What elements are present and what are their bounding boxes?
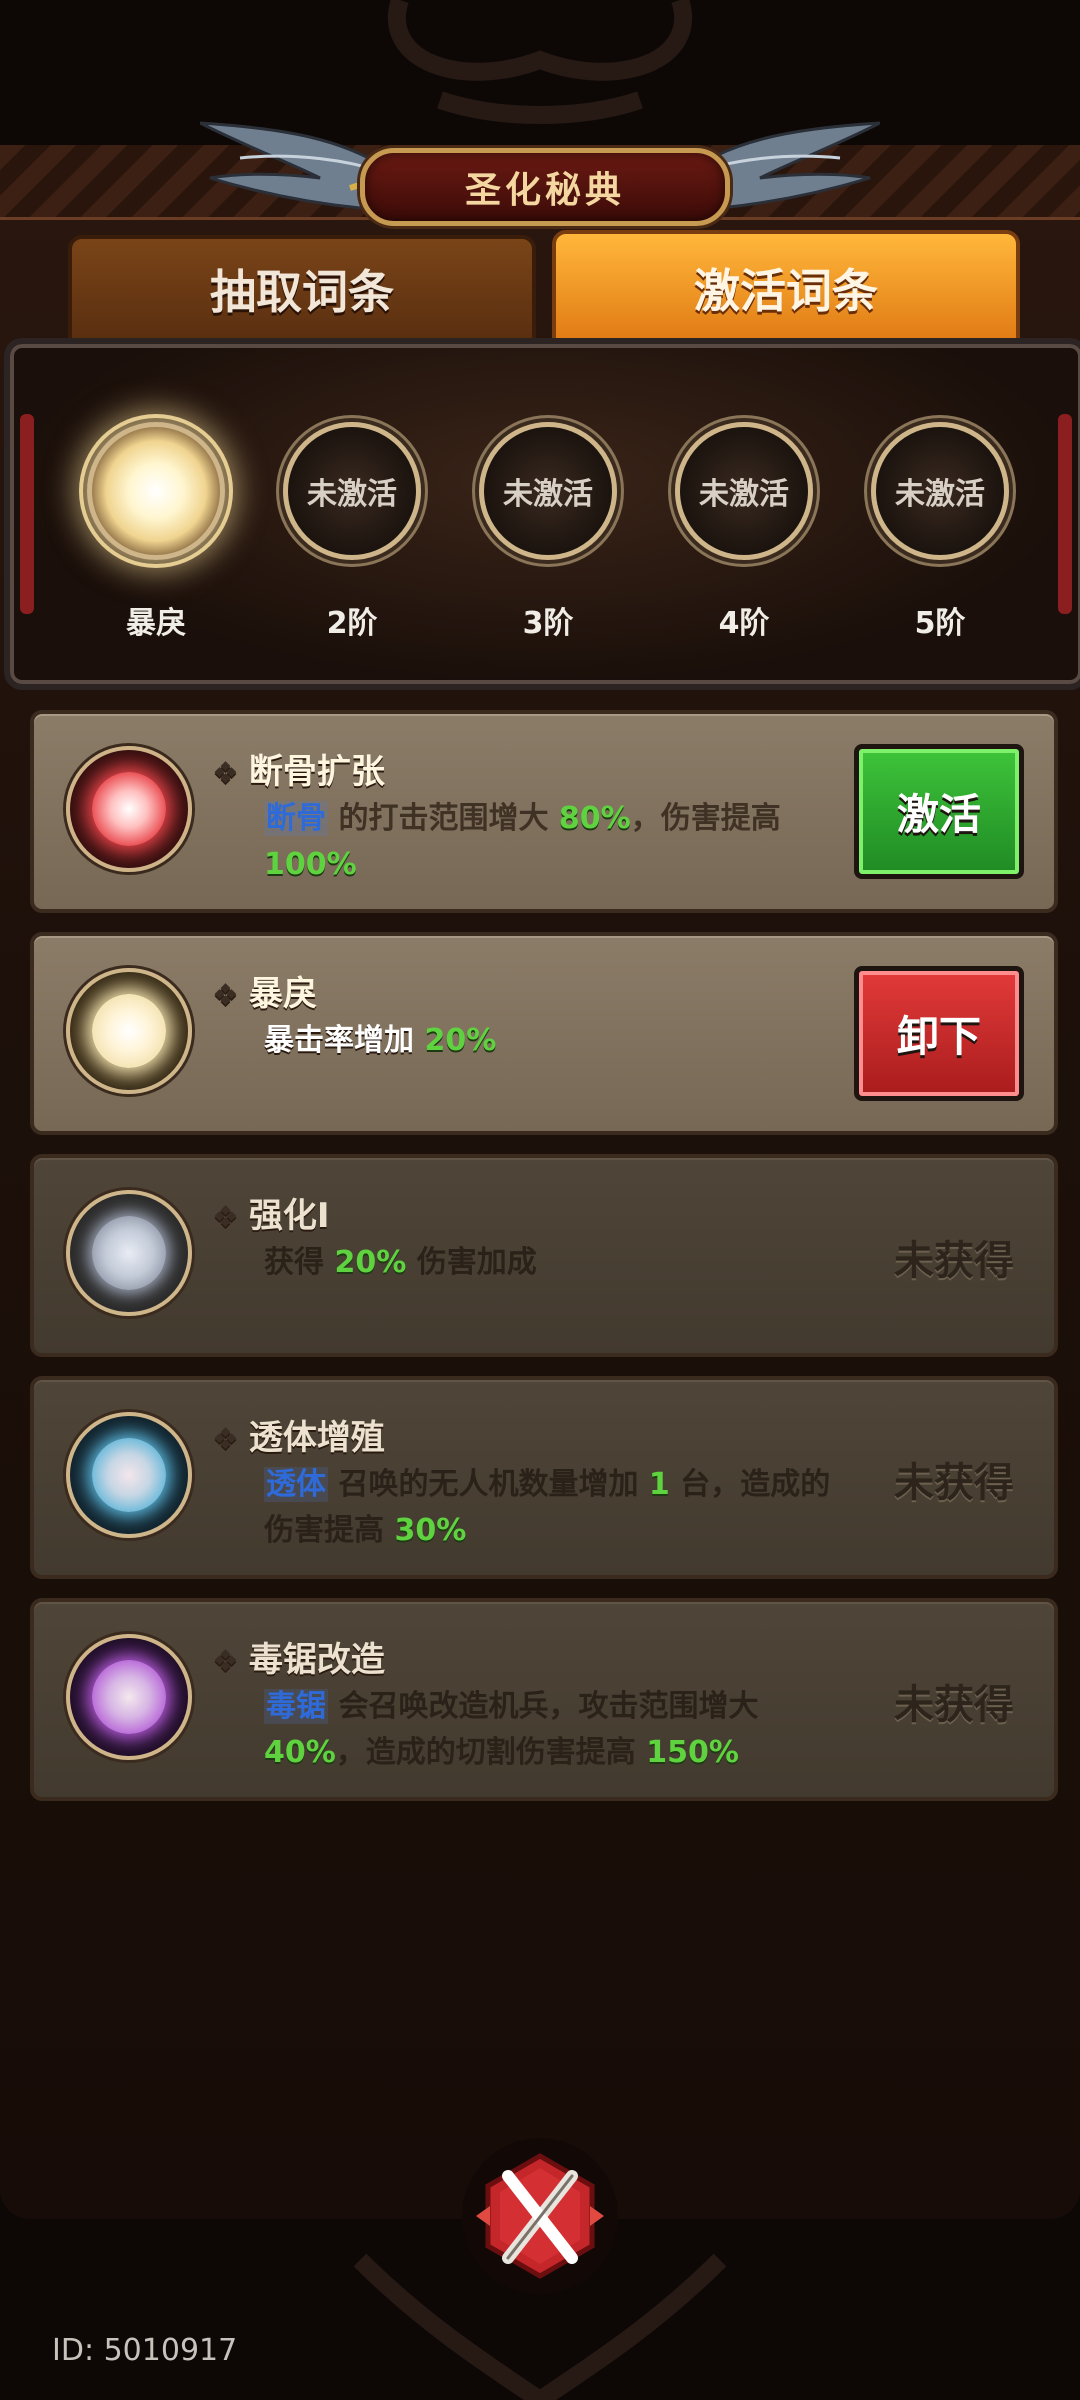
- entry-card-3: ❖ 强化I 获得 20% 伤害加成 未获得: [30, 1154, 1058, 1357]
- stage-slot-4[interactable]: 未激活 4阶: [664, 422, 824, 642]
- entry-description: 透体 召唤的无人机数量增加 1 台，造成的伤害提高 30%: [264, 1467, 831, 1548]
- entry-card-5: ❖ 毒锯改造 毒锯 会召唤改造机兵，攻击范围增大 40%，造成的切割伤害提高 15…: [30, 1598, 1058, 1801]
- entry-orb-icon: [66, 746, 192, 872]
- entry-orb-icon: [66, 1412, 192, 1538]
- player-id: ID: 5010917: [52, 2333, 238, 2368]
- status-not-obtained: 未获得: [894, 1460, 1014, 1506]
- close-icon: [476, 2153, 604, 2279]
- entry-title: ❖ 断骨扩张: [212, 752, 385, 792]
- stage-slot-5[interactable]: 未激活 5阶: [860, 422, 1020, 642]
- entry-title: ❖ 透体增殖: [212, 1418, 385, 1458]
- activate-button[interactable]: 激活: [854, 744, 1024, 879]
- stage-ring-1: [87, 422, 225, 560]
- entry-description: 毒锯 会召唤改造机兵，攻击范围增大 40%，造成的切割伤害提高 150%: [264, 1689, 759, 1770]
- stage-strip: 暴戾 未激活 2阶 未激活 3阶 未激活 4阶 未激活 5阶: [4, 338, 1080, 690]
- entry-title: ❖ 强化I: [212, 1196, 330, 1236]
- tab-draw-entries[interactable]: 抽取词条: [68, 235, 536, 343]
- orb-core: [92, 994, 166, 1068]
- stage-ring-3: 未激活: [479, 422, 617, 560]
- stage-slot-3[interactable]: 未激活 3阶: [468, 422, 628, 642]
- entry-description: 断骨 的打击范围增大 80%，伤害提高 100%: [264, 801, 781, 882]
- orb-core: [92, 1216, 166, 1290]
- stage-label-2: 2阶: [326, 606, 378, 641]
- stage-label-4: 4阶: [718, 606, 770, 641]
- entry-orb-icon: [66, 968, 192, 1094]
- orb-core: [92, 1438, 166, 1512]
- unequip-button[interactable]: 卸下: [854, 966, 1024, 1101]
- entry-orb-icon: [66, 1634, 192, 1760]
- stage-ring-5: 未激活: [871, 422, 1009, 560]
- left-frame-bar: [20, 414, 34, 614]
- stage-slot-1[interactable]: 暴戾: [76, 422, 236, 642]
- status-not-obtained: 未获得: [894, 1682, 1014, 1728]
- entry-card-1: ❖ 断骨扩张 断骨 的打击范围增大 80%，伤害提高 100% 激活: [30, 710, 1058, 913]
- entry-description: 暴击率增加 20%: [264, 1023, 497, 1058]
- stage-label-5: 5阶: [914, 606, 966, 641]
- stage-ring-4: 未激活: [675, 422, 813, 560]
- tab-activate-entries[interactable]: 激活词条: [552, 230, 1020, 346]
- entry-title: ❖ 毒锯改造: [212, 1640, 385, 1680]
- entry-card-2: ❖ 暴戾 暴击率增加 20% 卸下: [30, 932, 1058, 1135]
- stage-slot-2[interactable]: 未激活 2阶: [272, 422, 432, 642]
- stage-label-3: 3阶: [522, 606, 574, 641]
- orb-core: [92, 772, 166, 846]
- title-banner: 圣化秘典: [200, 118, 880, 238]
- right-frame-bar: [1058, 414, 1072, 614]
- entry-orb-icon: [66, 1190, 192, 1316]
- entry-card-4: ❖ 透体增殖 透体 召唤的无人机数量增加 1 台，造成的伤害提高 30% 未获得: [30, 1376, 1058, 1579]
- close-button[interactable]: [462, 2138, 618, 2294]
- entry-description: 获得 20% 伤害加成: [264, 1245, 537, 1280]
- page-title: 圣化秘典: [360, 148, 730, 226]
- stage-ring-2: 未激活: [283, 422, 421, 560]
- stage-label-1: 暴戾: [126, 606, 186, 641]
- status-not-obtained: 未获得: [894, 1238, 1014, 1284]
- orb-core: [92, 1660, 166, 1734]
- entry-title: ❖ 暴戾: [212, 974, 317, 1014]
